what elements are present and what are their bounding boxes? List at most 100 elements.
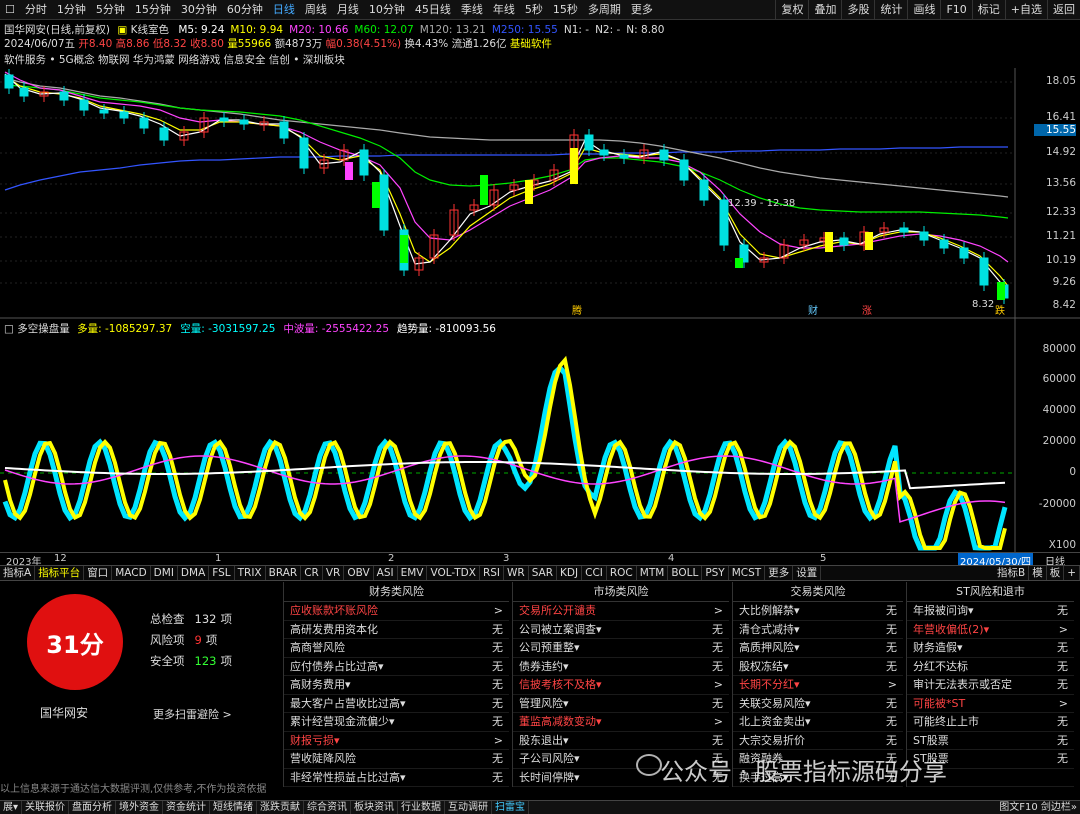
bottom-tab[interactable]: 涨跌贡献	[257, 801, 305, 814]
bottom-tab[interactable]: 关联报价	[22, 801, 70, 814]
bottom-tab[interactable]: 资金统计	[163, 801, 211, 814]
indicator-tab[interactable]: MACD	[112, 566, 151, 580]
sub-y-tick: 60000	[1042, 373, 1076, 385]
risk-row[interactable]: 北上资金卖出▾ 无	[733, 713, 903, 732]
stat-value: 9	[194, 633, 202, 647]
sub-legend: 多量: -1085297.37 空量: -3031597.25 中波量: -2555…	[77, 323, 504, 335]
indicator-tab[interactable]: BOLL	[668, 566, 703, 580]
bottom-tab[interactable]: 短线情绪	[210, 801, 258, 814]
indicator-tab[interactable]: CCI	[582, 566, 607, 580]
risk-row[interactable]: ST股票 无	[907, 732, 1074, 750]
risk-row[interactable]: 财务造假▾ 无	[907, 639, 1074, 658]
risk-row[interactable]: 累计经营现金流偏少▾ 无	[284, 713, 509, 732]
risk-row[interactable]: 股权冻结▾ 无	[733, 658, 903, 676]
risk-name: 清仓式减持▾	[739, 622, 800, 636]
indicator-tab[interactable]: MTM	[637, 566, 669, 580]
risk-name: 审计无法表示或否定	[913, 678, 1012, 691]
risk-row[interactable]: 信披考核不及格▾ >	[513, 676, 729, 695]
risk-row[interactable]: 高财务费用▾ 无	[284, 676, 509, 695]
risk-row[interactable]: 分红不达标 无	[907, 658, 1074, 676]
bottom-tab[interactable]: 板块资讯	[351, 801, 399, 814]
more-scan-link[interactable]: 更多扫雷避险 >	[153, 706, 232, 722]
x-tick: 2	[388, 553, 395, 564]
indicator-tab[interactable]: MCST	[729, 566, 766, 580]
indicator-tab[interactable]: 指标平台	[35, 566, 85, 580]
indicator-tab[interactable]: OBV	[344, 566, 374, 580]
risk-row[interactable]: 高研发费用资本化 无	[284, 621, 509, 639]
indicator-tab[interactable]: 设置	[793, 566, 822, 580]
risk-row[interactable]: 大宗交易折价 无	[733, 732, 903, 750]
risk-row[interactable]: 公司被立案调查▾ 无	[513, 621, 729, 639]
risk-value: 无	[712, 622, 723, 636]
risk-row[interactable]: 高商誉风险 无	[284, 639, 509, 658]
risk-row[interactable]: 股东退出▾ 无	[513, 732, 729, 750]
risk-row[interactable]: 可能终止上市 无	[907, 713, 1074, 732]
sub-y-tick: -20000	[1038, 498, 1076, 510]
risk-row[interactable]: 应付债券占比过高▾ 无	[284, 658, 509, 676]
indicator-tab[interactable]: ROC	[607, 566, 637, 580]
risk-row[interactable]: 关联交易风险▾ 无	[733, 695, 903, 713]
indicator-tab[interactable]: EMV	[398, 566, 428, 580]
sub-collapse-icon[interactable]: □	[4, 323, 14, 335]
indicator-tab[interactable]: VR	[323, 566, 345, 580]
indicator-tab[interactable]: SAR	[529, 566, 558, 580]
indicator-tab[interactable]: BRAR	[266, 566, 302, 580]
event-marker[interactable]: 腾	[572, 304, 582, 317]
risk-row[interactable]: 长期不分红▾ >	[733, 676, 903, 695]
risk-row[interactable]: 应收账款坏账风险 >	[284, 602, 509, 621]
risk-row[interactable]: 非经常性损益占比过高▾ 无	[284, 769, 509, 787]
risk-row[interactable]: 管理风险▾ 无	[513, 695, 729, 713]
risk-row[interactable]: 年报被问询▾ 无	[907, 602, 1074, 621]
indicator-tab[interactable]: ASI	[374, 566, 398, 580]
risk-row[interactable]: 债券违约▾ 无	[513, 658, 729, 676]
risk-row[interactable]: 董监高减数变动▾ >	[513, 713, 729, 732]
indicator-tab[interactable]: DMA	[178, 566, 210, 580]
risk-row[interactable]: 可能被*ST >	[907, 695, 1074, 713]
bottom-tab[interactable]: 扫雷宝	[492, 801, 530, 814]
f10-sidebar-button[interactable]: 图文F10 剑边栏»	[996, 801, 1080, 814]
risk-name: 年报被问询▾	[913, 604, 974, 617]
indicator-tab[interactable]: KDJ	[557, 566, 583, 580]
risk-row[interactable]: 年营收偏低(2)▾ >	[907, 621, 1074, 639]
indicator-tab[interactable]: DMI	[151, 566, 178, 580]
indicator-tab[interactable]: CR	[301, 566, 323, 580]
indicator-tab[interactable]: RSI	[480, 566, 504, 580]
risk-row[interactable]: 高质押风险▾ 无	[733, 639, 903, 658]
indicator-tab[interactable]: FSL	[209, 566, 235, 580]
bottom-tab[interactable]: 展▾	[0, 801, 23, 814]
risk-value: >	[493, 604, 503, 617]
bottom-tab[interactable]: 境外资金	[116, 801, 164, 814]
event-marker[interactable]: 涨	[862, 305, 872, 317]
sub-legend-item: 中波量: -2555422.25	[283, 323, 390, 335]
main-y-tick: 9.26	[1052, 276, 1076, 288]
indicator-tab[interactable]: 更多	[765, 566, 794, 580]
risk-row[interactable]: 营收陡降风险 无	[284, 750, 509, 769]
risk-row[interactable]: 大比例解禁▾ 无	[733, 602, 903, 621]
risk-row[interactable]: 公司预重整▾ 无	[513, 639, 729, 658]
event-marker[interactable]: 跌	[995, 304, 1005, 317]
bottom-tab[interactable]: 盘面分析	[69, 801, 117, 814]
indicator-right-btn[interactable]: 指标B	[994, 566, 1030, 580]
indicator-tab[interactable]: 指标A	[0, 566, 36, 580]
indicator-tab[interactable]: 窗口	[84, 566, 113, 580]
risk-row[interactable]: 交易所公开谴责 >	[513, 602, 729, 621]
indicator-right-btn[interactable]: 板	[1047, 566, 1065, 580]
indicator-tab[interactable]: PSY	[702, 566, 729, 580]
risk-name: 高商誉风险	[290, 641, 345, 654]
risk-name: 长时间停牌▾	[519, 770, 580, 784]
indicator-tab[interactable]: VOL-TDX	[427, 566, 480, 580]
event-marker[interactable]: 财	[808, 304, 818, 317]
risk-name: 董监高减数变动▾	[519, 715, 602, 728]
bottom-tab[interactable]: 综合资讯	[304, 801, 352, 814]
risk-row[interactable]: 财报亏损▾ >	[284, 732, 509, 750]
indicator-tab[interactable]: TRIX	[235, 566, 266, 580]
indicator-right-btn[interactable]: 模	[1029, 566, 1047, 580]
risk-row[interactable]: 清仓式减持▾ 无	[733, 621, 903, 639]
bottom-tab[interactable]: 互动调研	[445, 801, 493, 814]
risk-row[interactable]: 最大客户占营收比过高▾ 无	[284, 695, 509, 713]
risk-row[interactable]: 审计无法表示或否定 无	[907, 676, 1074, 695]
indicator-right-btn[interactable]: +	[1064, 566, 1080, 580]
stat-row: 总检查 132 项	[150, 611, 232, 632]
bottom-tab[interactable]: 行业数据	[398, 801, 446, 814]
indicator-tab[interactable]: WR	[504, 566, 529, 580]
